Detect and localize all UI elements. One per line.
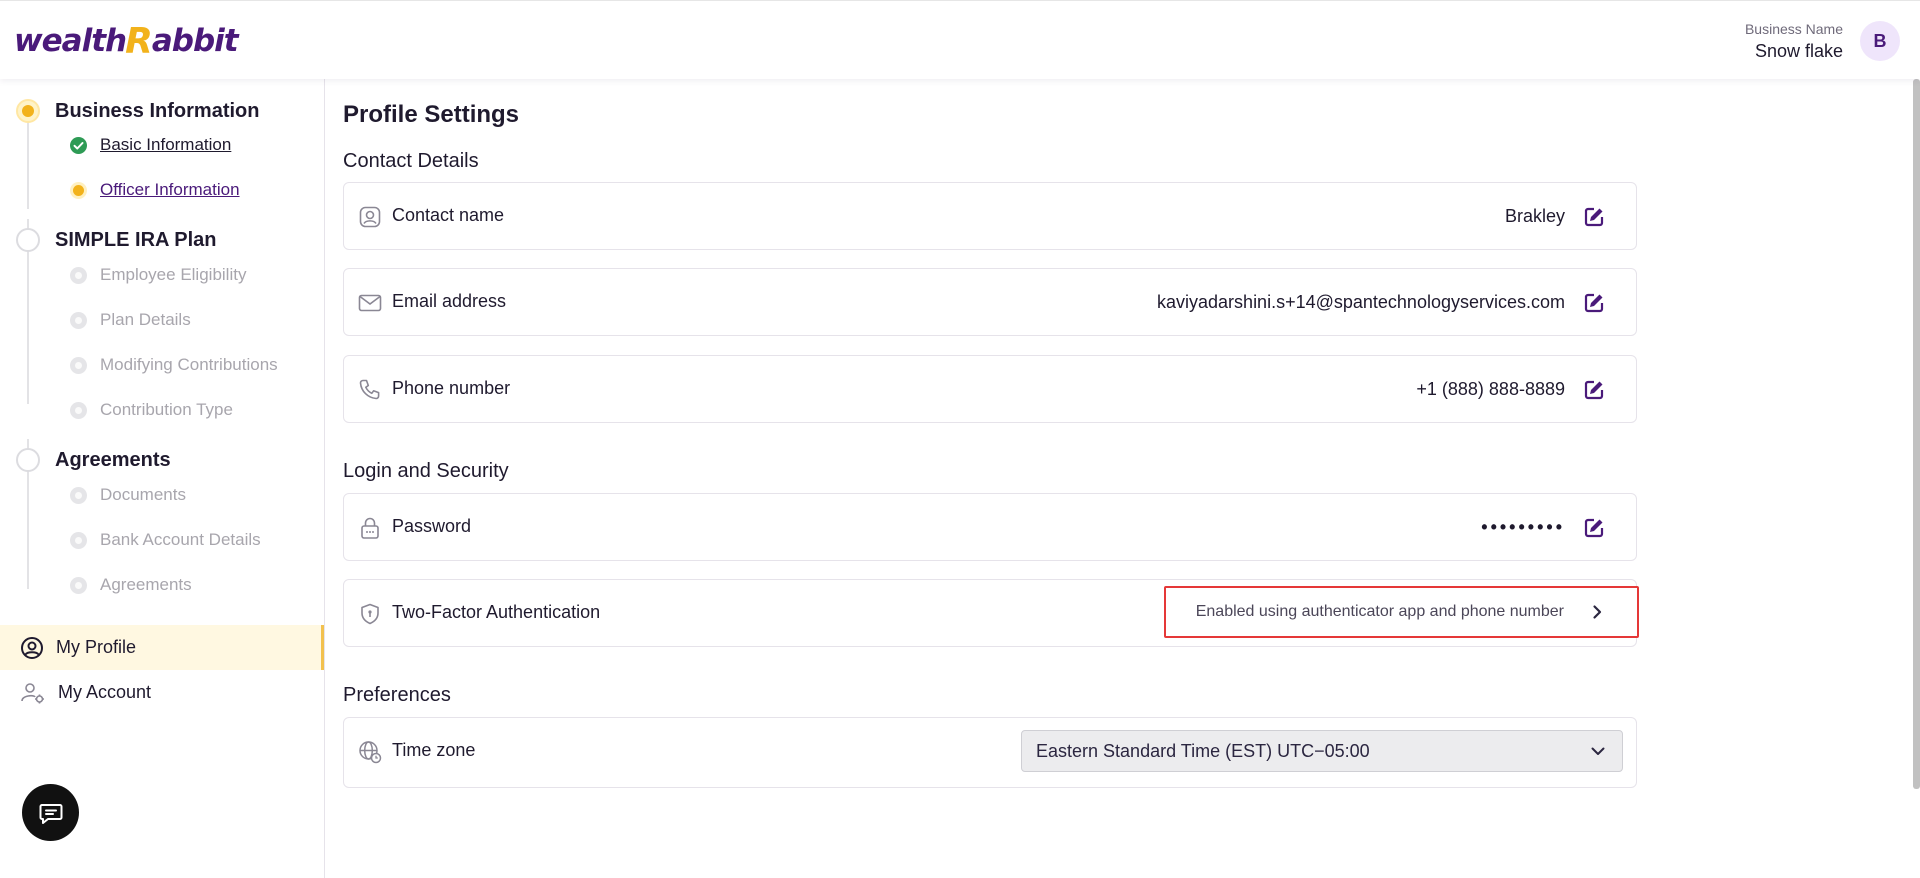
substep-modifying-contributions[interactable]: Modifying Contributions — [70, 355, 278, 375]
nav-my-profile[interactable]: My Profile — [0, 625, 324, 670]
email-address-row: Email address kaviyadarshini.s+14@spante… — [343, 268, 1637, 336]
contact-name-row: Contact name Brakley — [343, 182, 1637, 250]
substep-label: Modifying Contributions — [100, 355, 278, 374]
logo-text-abbit: abbit — [151, 23, 239, 59]
password-row: Password ••••••••• — [343, 493, 1637, 561]
substep-employee-eligibility[interactable]: Employee Eligibility — [70, 265, 246, 285]
pending-step-icon — [70, 531, 87, 549]
lock-icon — [361, 517, 379, 539]
step-agreements[interactable]: Agreements — [16, 448, 171, 472]
pending-step-icon — [70, 266, 87, 284]
pending-step-icon — [70, 576, 87, 594]
phone-number-row: Phone number +1 (888) 888-8889 — [343, 355, 1637, 423]
timezone-select[interactable]: Eastern Standard Time (EST) UTC−05:00 — [1021, 730, 1623, 772]
substep-label: Documents — [100, 485, 186, 504]
step-title: SIMPLE IRA Plan — [55, 228, 217, 251]
business-name-block: Business Name Snow flake — [1745, 21, 1843, 62]
user-circle-icon — [21, 636, 43, 659]
substep-label: Plan Details — [100, 310, 191, 329]
row-label: Time zone — [392, 740, 476, 760]
row-value: Brakley — [1504, 206, 1565, 226]
stepper-line — [27, 113, 29, 209]
row-label: Contact name — [392, 205, 505, 225]
substep-label: Bank Account Details — [100, 530, 261, 549]
avatar[interactable]: B — [1860, 21, 1900, 61]
substep-label: Contribution Type — [100, 400, 233, 419]
edit-icon[interactable] — [1583, 206, 1605, 228]
sidebar: Business Information Basic Information O… — [0, 79, 325, 878]
user-icon — [359, 206, 381, 228]
chevron-down-icon — [1591, 747, 1605, 755]
row-value: +1 (888) 888-8889 — [1416, 379, 1565, 399]
top-header: wealth Rabbit Business Name Snow flake B — [0, 0, 1920, 79]
logo-text-r: R — [125, 20, 153, 62]
edit-icon[interactable] — [1583, 379, 1605, 401]
substep-bank-account-details[interactable]: Bank Account Details — [70, 530, 261, 550]
globe-clock-icon — [359, 741, 382, 764]
pending-step-icon — [70, 311, 87, 329]
chat-button[interactable] — [22, 784, 79, 841]
row-label: Email address — [392, 291, 507, 311]
chevron-right-icon — [1593, 605, 1602, 619]
substep-plan-details[interactable]: Plan Details — [70, 310, 191, 330]
substep-basic-information[interactable]: Basic Information — [70, 135, 231, 155]
page-title: Profile Settings — [343, 101, 520, 128]
row-label: Password — [392, 516, 472, 536]
user-gear-icon — [21, 682, 44, 703]
step-title: Business Information — [55, 99, 260, 122]
page-scrollbar[interactable] — [1913, 79, 1920, 789]
wealthrabbit-logo[interactable]: wealth Rabbit — [14, 20, 239, 62]
edit-icon[interactable] — [1583, 517, 1605, 539]
mail-icon — [358, 294, 382, 312]
two-factor-status-text: Enabled using authenticator app and phon… — [1195, 603, 1564, 620]
pending-step-icon — [70, 486, 87, 504]
pending-step-icon — [70, 401, 87, 419]
password-masked-value: ••••••••• — [1481, 517, 1565, 537]
step-pending-icon — [16, 228, 40, 252]
timezone-selected-value: Eastern Standard Time (EST) UTC−05:00 — [1036, 741, 1370, 761]
two-factor-status-button[interactable]: Enabled using authenticator app and phon… — [1164, 586, 1639, 638]
nav-my-account[interactable]: My Account — [0, 670, 324, 715]
substep-label[interactable]: Officer Information — [100, 180, 240, 200]
substep-label: Agreements — [100, 575, 192, 594]
pending-step-icon — [70, 356, 87, 374]
section-title-security: Login and Security — [343, 460, 509, 482]
step-pending-icon — [16, 448, 40, 472]
step-business-information[interactable]: Business Information — [16, 99, 259, 123]
substep-label[interactable]: Basic Information — [100, 135, 231, 155]
step-simple-ira-plan[interactable]: SIMPLE IRA Plan — [16, 228, 217, 252]
business-name-label: Business Name — [1744, 21, 1843, 37]
business-name-value: Snow flake — [1754, 41, 1843, 61]
current-step-icon — [70, 181, 87, 199]
row-label: Two-Factor Authentication — [392, 602, 601, 622]
substep-label: Employee Eligibility — [100, 265, 247, 284]
logo-text-wealth: wealth — [14, 23, 127, 59]
step-active-icon — [16, 99, 40, 123]
substep-contribution-type[interactable]: Contribution Type — [70, 400, 233, 420]
row-value: kaviyadarshini.s+14@spantechnologyservic… — [1157, 292, 1565, 312]
chat-icon — [39, 803, 62, 824]
edit-icon[interactable] — [1583, 292, 1605, 314]
substep-agreements[interactable]: Agreements — [70, 575, 192, 595]
two-factor-row: Two-Factor Authentication Enabled using … — [343, 579, 1639, 647]
step-title: Agreements — [55, 448, 171, 471]
timezone-row: Time zone Eastern Standard Time (EST) UT… — [343, 717, 1637, 788]
substep-documents[interactable]: Documents — [70, 485, 186, 505]
nav-label: My Account — [58, 682, 152, 702]
section-title-preferences: Preferences — [343, 684, 451, 706]
check-circle-icon — [70, 136, 87, 154]
nav-label: My Profile — [56, 637, 137, 657]
shield-icon — [361, 603, 379, 625]
row-label: Phone number — [392, 378, 511, 398]
phone-icon — [359, 379, 380, 400]
section-title-contact: Contact Details — [343, 150, 479, 172]
substep-officer-information[interactable]: Officer Information — [70, 180, 240, 200]
